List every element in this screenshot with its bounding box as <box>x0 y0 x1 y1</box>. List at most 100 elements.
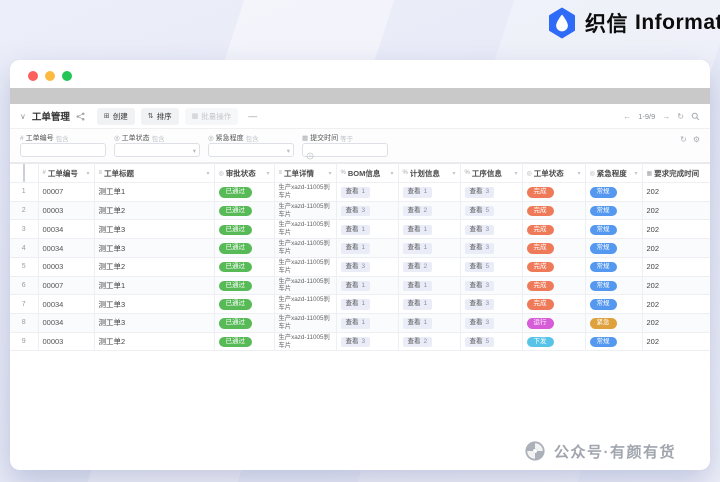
column-header-approval[interactable]: ◎ 审批状态 ▾ <box>214 163 275 183</box>
view-label: 查看 <box>407 188 421 196</box>
view-records-button[interactable]: 查看 1 <box>340 318 371 329</box>
view-label: 查看 <box>345 319 359 327</box>
cell-bom: 查看 1 <box>336 276 399 296</box>
window-minimize-button[interactable] <box>45 71 55 81</box>
filter-select[interactable]: ▾ <box>208 143 294 157</box>
filter-select[interactable]: ▾ <box>114 143 200 157</box>
table-row: 2 00003 测工单2 已通过 生产xazd-11005刹车片 查看 3 查看 2 查看 5 完成常… <box>10 201 710 221</box>
brand-hexagon-drop-icon <box>546 7 578 39</box>
view-label: 查看 <box>469 262 483 270</box>
next-page-icon[interactable]: → <box>662 112 670 121</box>
chevron-down-icon: ▾ <box>634 170 638 177</box>
view-records-button[interactable]: 查看 2 <box>402 336 433 348</box>
cell-code: 00034 <box>38 238 95 258</box>
view-records-button[interactable]: 查看 3 <box>464 299 495 310</box>
view-records-button[interactable]: 查看 1 <box>340 243 371 254</box>
view-label: 查看 <box>407 206 421 214</box>
cell-detail: 生产xazd-11005刹车片 <box>274 201 337 221</box>
column-header-due[interactable]: ▦要求完成时间▾ <box>642 163 710 183</box>
refresh-icon[interactable]: ↻ <box>677 112 684 121</box>
view-records-button[interactable]: 查看 1 <box>402 187 433 198</box>
view-records-button[interactable]: 查看 5 <box>464 205 495 217</box>
view-label: 查看 <box>345 188 359 196</box>
cell-bom: 查看 1 <box>336 219 399 240</box>
share-icon[interactable] <box>76 112 85 121</box>
pagination-text: 1-9/9 <box>638 111 656 121</box>
field-type-icon: % <box>464 170 470 176</box>
cell-process: 查看 5 <box>460 201 523 221</box>
cell-title: 测工单2 <box>94 332 215 352</box>
cell-title: 测工单2 <box>94 257 215 277</box>
view-label: 查看 <box>407 300 421 308</box>
view-records-button[interactable]: 查看 3 <box>464 243 495 254</box>
view-records-button[interactable]: 查看 5 <box>464 336 495 348</box>
cell-urgency: 常规 <box>585 238 643 258</box>
view-label: 查看 <box>345 262 359 270</box>
view-label: 查看 <box>469 300 483 308</box>
cell-bom: 查看 1 <box>336 238 399 258</box>
view-records-button[interactable]: 查看 1 <box>402 280 433 292</box>
cell-plan: 查看 1 <box>398 294 461 315</box>
status-badge: 完成 <box>526 299 554 310</box>
more-dash-icon[interactable]: — <box>248 111 257 121</box>
status-badge: 完成 <box>526 261 554 273</box>
column-header-detail[interactable]: ≡ 工单详情 ▾ <box>274 163 337 183</box>
batch-actions-button[interactable]: ▦ 批量操作 <box>184 107 239 125</box>
view-records-button[interactable]: 查看 3 <box>464 187 495 198</box>
column-header-process[interactable]: % 工序信息 ▾ <box>460 163 523 183</box>
view-records-button[interactable]: 查看 3 <box>340 336 371 348</box>
sort-arrows-icon: ⇅ <box>147 113 154 120</box>
column-header-plan[interactable]: % 计划信息 ▾ <box>398 163 461 183</box>
prev-page-icon[interactable]: ← <box>623 112 631 121</box>
cell-approval: 已通过 <box>214 219 275 240</box>
filter-refresh-icon[interactable]: ↻ <box>680 135 687 144</box>
cell-urgency: 常规 <box>585 182 643 202</box>
search-icon[interactable] <box>691 112 700 121</box>
view-records-button[interactable]: 查看 1 <box>402 224 433 236</box>
window-zoom-button[interactable] <box>62 71 72 81</box>
view-records-button[interactable]: 查看 3 <box>340 205 371 217</box>
cell-process: 查看 3 <box>460 182 523 202</box>
filter-date-input[interactable] <box>302 143 388 160</box>
cell-process: 查看 3 <box>460 238 523 258</box>
view-records-button[interactable]: 查看 1 <box>340 299 371 310</box>
view-label: 查看 <box>345 281 359 289</box>
table-row: 5 00003 测工单2 已通过 生产xazd-11005刹车片 查看 3 查看 2 查看 5 完成常… <box>10 257 710 277</box>
column-header-title[interactable]: ≡ 工单标题 ▾ <box>94 163 215 183</box>
column-header-code[interactable]: # 工单编号 ▾ <box>38 163 95 183</box>
select-all-checkbox[interactable] <box>22 164 25 182</box>
view-records-button[interactable]: 查看 5 <box>464 261 495 273</box>
cell-urgency: 常规 <box>585 257 643 277</box>
collapse-caret-icon[interactable]: ∨ <box>20 112 26 121</box>
cell-plan: 查看 2 <box>398 257 461 277</box>
view-records-button[interactable]: 查看 1 <box>340 224 371 236</box>
cell-status: 完成 <box>522 294 586 315</box>
column-header-bom[interactable]: % BOM信息 ▾ <box>336 163 399 183</box>
column-header-urgency[interactable]: ◎ 紧急程度 ▾ <box>585 163 643 183</box>
view-label: 查看 <box>345 225 359 233</box>
cell-approval: 已通过 <box>214 257 275 277</box>
view-records-button[interactable]: 查看 2 <box>402 205 433 217</box>
view-records-button[interactable]: 查看 1 <box>402 299 433 310</box>
view-records-button[interactable]: 查看 2 <box>402 261 433 273</box>
cell-due: 202 <box>642 257 710 277</box>
create-button[interactable]: ⊞ 创建 <box>96 107 135 125</box>
window-close-button[interactable] <box>28 71 38 81</box>
filter-input[interactable] <box>20 143 106 157</box>
cell-code: 00003 <box>38 332 95 352</box>
sort-button[interactable]: ⇅ 排序 <box>140 107 179 125</box>
cell-urgency: 常规 <box>585 276 643 296</box>
view-records-button[interactable]: 查看 1 <box>402 318 433 329</box>
filter-settings-gear-icon[interactable]: ⚙ <box>693 135 700 144</box>
record-count: 3 <box>361 337 366 345</box>
view-records-button[interactable]: 查看 3 <box>464 318 495 329</box>
view-records-button[interactable]: 查看 1 <box>402 243 433 254</box>
chevron-down-icon: ▾ <box>192 148 196 155</box>
view-records-button[interactable]: 查看 3 <box>464 224 495 236</box>
view-records-button[interactable]: 查看 3 <box>464 280 495 292</box>
view-records-button[interactable]: 查看 1 <box>340 187 371 198</box>
cell-urgency: 常规 <box>585 332 643 352</box>
view-records-button[interactable]: 查看 3 <box>340 261 371 273</box>
view-records-button[interactable]: 查看 1 <box>340 280 371 292</box>
column-header-status[interactable]: ◎ 工单状态 ▾ <box>522 163 586 183</box>
